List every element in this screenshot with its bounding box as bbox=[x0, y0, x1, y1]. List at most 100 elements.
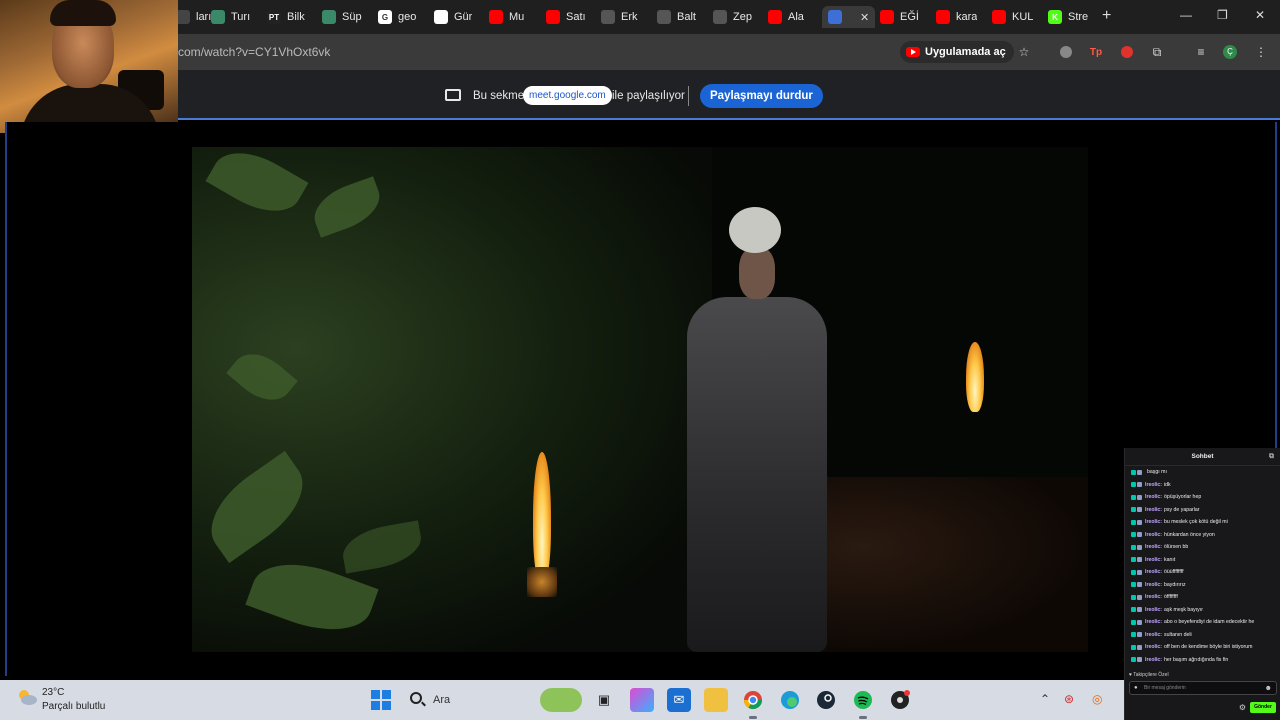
tab-favicon-icon: G bbox=[378, 10, 392, 24]
chat-username[interactable]: lreolic: bbox=[1145, 604, 1162, 617]
start-button[interactable] bbox=[371, 690, 391, 710]
chat-username[interactable]: lreolic: bbox=[1145, 641, 1162, 654]
chat-badge-icon bbox=[1137, 619, 1142, 625]
browser-tab[interactable]: Turı bbox=[211, 6, 250, 28]
chat-username[interactable]: lreolic: bbox=[1145, 591, 1162, 604]
chat-badge-icon bbox=[1137, 469, 1142, 475]
browser-tab[interactable]: Zep bbox=[713, 6, 752, 28]
video-player[interactable] bbox=[192, 147, 1088, 652]
youtube-icon bbox=[906, 47, 920, 57]
browser-tab[interactable]: ✕ bbox=[822, 6, 876, 28]
minimize-icon[interactable]: — bbox=[1180, 8, 1192, 22]
bookmark-star-icon[interactable]: ☆ bbox=[1016, 44, 1032, 60]
chat-username[interactable]: lreolic: bbox=[1145, 566, 1162, 579]
browser-tab[interactable]: Balt bbox=[657, 6, 696, 28]
chat-badge-icon bbox=[1131, 619, 1136, 625]
chat-username[interactable]: lreolic: bbox=[1145, 654, 1162, 667]
media-control-icon[interactable]: ≡ bbox=[1193, 44, 1209, 60]
browser-tab[interactable]: Ggeo bbox=[378, 6, 416, 28]
chat-input[interactable]: ● Bir mesaj gönderin ☻ bbox=[1129, 681, 1277, 695]
chat-title: Sohbet bbox=[1191, 453, 1214, 460]
chat-username[interactable]: lreolic: bbox=[1145, 529, 1162, 542]
browser-tab[interactable]: PT Bilk bbox=[267, 6, 305, 28]
share-suffix: ile paylaşılıyor bbox=[612, 90, 685, 102]
browser-tab[interactable]: Satı bbox=[546, 6, 586, 28]
tab-label: Stre bbox=[1068, 11, 1089, 23]
close-icon[interactable]: ✕ bbox=[1255, 8, 1265, 22]
chat-message: lreolic: baydırırız bbox=[1131, 579, 1277, 592]
weather-temperature[interactable]: 23°C bbox=[42, 687, 64, 698]
chat-panel: Sohbet ⧉ başgı mı lreolic: idk lreolic: öpüş… bbox=[1124, 448, 1280, 720]
chat-badge-icon bbox=[1131, 532, 1136, 538]
chat-message-list[interactable]: başgı mı lreolic: idk lreolic: öpüşüyorlar h… bbox=[1125, 466, 1280, 672]
chat-send-button[interactable]: Gönder bbox=[1250, 702, 1276, 713]
tray-app-icon[interactable]: ◎ bbox=[1092, 692, 1102, 706]
chat-username[interactable]: lreolic: bbox=[1145, 491, 1162, 504]
chat-pinned-label: ♥ Takipçilere Özel bbox=[1129, 672, 1169, 678]
spotify-icon[interactable] bbox=[851, 688, 875, 712]
copilot-icon[interactable] bbox=[630, 688, 654, 712]
chat-username[interactable]: lreolic: bbox=[1145, 504, 1162, 517]
new-tab-button[interactable]: + bbox=[1102, 7, 1111, 25]
chat-header: Sohbet ⧉ bbox=[1125, 448, 1280, 466]
obs-icon[interactable] bbox=[888, 688, 912, 712]
windows-taskbar: 23°C Parçalı bulutlu Ara ▣ ✉ ⌃ ⊛ ◎ bbox=[0, 680, 1124, 720]
chat-username[interactable]: lreolic: bbox=[1145, 516, 1162, 529]
extension-translate-icon[interactable]: Tp bbox=[1088, 44, 1104, 60]
search-highlight-icon[interactable] bbox=[540, 688, 582, 712]
browser-tab[interactable]: Mu bbox=[489, 6, 524, 28]
browser-tab[interactable]: Ala bbox=[768, 6, 804, 28]
chat-badge-icon bbox=[1137, 494, 1142, 500]
extension-adblock-icon[interactable] bbox=[1119, 44, 1135, 60]
open-in-app-label: Uygulamada aç bbox=[925, 46, 1006, 58]
share-domain-chip[interactable]: meet.google.com bbox=[523, 86, 612, 105]
extensions-puzzle-icon[interactable]: ⧉ bbox=[1149, 44, 1165, 60]
task-view-icon[interactable]: ▣ bbox=[592, 688, 616, 712]
browser-tab[interactable]: Süp bbox=[322, 6, 362, 28]
chrome-icon[interactable] bbox=[741, 688, 765, 712]
browser-tab[interactable]: EĞİ bbox=[880, 6, 919, 28]
taskbar-search[interactable]: Ara bbox=[433, 694, 450, 706]
chat-badge-icon bbox=[1131, 657, 1136, 663]
file-explorer-icon[interactable] bbox=[704, 688, 728, 712]
tab-favicon-icon bbox=[768, 10, 782, 24]
tray-antivirus-icon[interactable]: ⊛ bbox=[1064, 692, 1074, 706]
chat-settings-icon[interactable]: ⚙ bbox=[1239, 703, 1246, 712]
tab-close-icon[interactable]: ✕ bbox=[860, 11, 869, 24]
profile-avatar-icon[interactable]: Ç bbox=[1222, 44, 1238, 60]
chat-username[interactable]: lreolic: bbox=[1145, 616, 1162, 629]
open-in-app-button[interactable]: Uygulamada aç bbox=[900, 41, 1014, 63]
tab-favicon-icon bbox=[489, 10, 503, 24]
chat-username[interactable]: lreolic: bbox=[1145, 554, 1162, 567]
edge-icon[interactable] bbox=[778, 688, 802, 712]
chat-username[interactable]: lreolic: bbox=[1145, 479, 1162, 492]
stop-sharing-button[interactable]: Paylaşmayı durdur bbox=[700, 84, 823, 108]
chat-popout-icon[interactable]: ⧉ bbox=[1269, 448, 1274, 466]
tab-label: Gür bbox=[454, 11, 473, 23]
browser-tab[interactable]: kara bbox=[936, 6, 977, 28]
tab-favicon-icon bbox=[880, 10, 894, 24]
browser-tab[interactable]: ları bbox=[176, 6, 211, 28]
maximize-icon[interactable]: ❐ bbox=[1217, 8, 1228, 22]
weather-partly-cloudy-icon[interactable] bbox=[16, 688, 38, 706]
emote-picker-icon[interactable]: ☻ bbox=[1265, 683, 1272, 695]
tray-overflow-icon[interactable]: ⌃ bbox=[1040, 692, 1050, 706]
chat-text: kanıt bbox=[1164, 556, 1176, 563]
weather-description[interactable]: Parçalı bulutlu bbox=[42, 701, 105, 712]
browser-tab[interactable]: Gür bbox=[434, 6, 472, 28]
chat-username[interactable]: lreolic: bbox=[1145, 629, 1162, 642]
chat-username[interactable]: lreolic: bbox=[1145, 579, 1162, 592]
steam-icon[interactable] bbox=[814, 688, 838, 712]
extension-grammarly-icon[interactable] bbox=[1058, 44, 1074, 60]
browser-tab[interactable]: Erk bbox=[601, 6, 638, 28]
chat-message: lreolic: ölürsen bb bbox=[1131, 541, 1277, 554]
chat-username[interactable]: lreolic: bbox=[1145, 541, 1162, 554]
screen: ları Turı PT Bilk Süp Ggeo Gür Mu Satı Erk Balt Zep… bbox=[0, 0, 1280, 720]
browser-menu-icon[interactable]: ⋮ bbox=[1253, 44, 1269, 60]
url-field[interactable]: com/watch?v=CY1VhOxt6vk bbox=[178, 45, 330, 59]
browser-tab[interactable]: KUL bbox=[992, 6, 1033, 28]
outlook-icon[interactable]: ✉ bbox=[667, 688, 691, 712]
browser-tab[interactable]: K Stre bbox=[1048, 6, 1088, 28]
tab-favicon-icon bbox=[546, 10, 560, 24]
search-icon[interactable] bbox=[410, 692, 422, 704]
